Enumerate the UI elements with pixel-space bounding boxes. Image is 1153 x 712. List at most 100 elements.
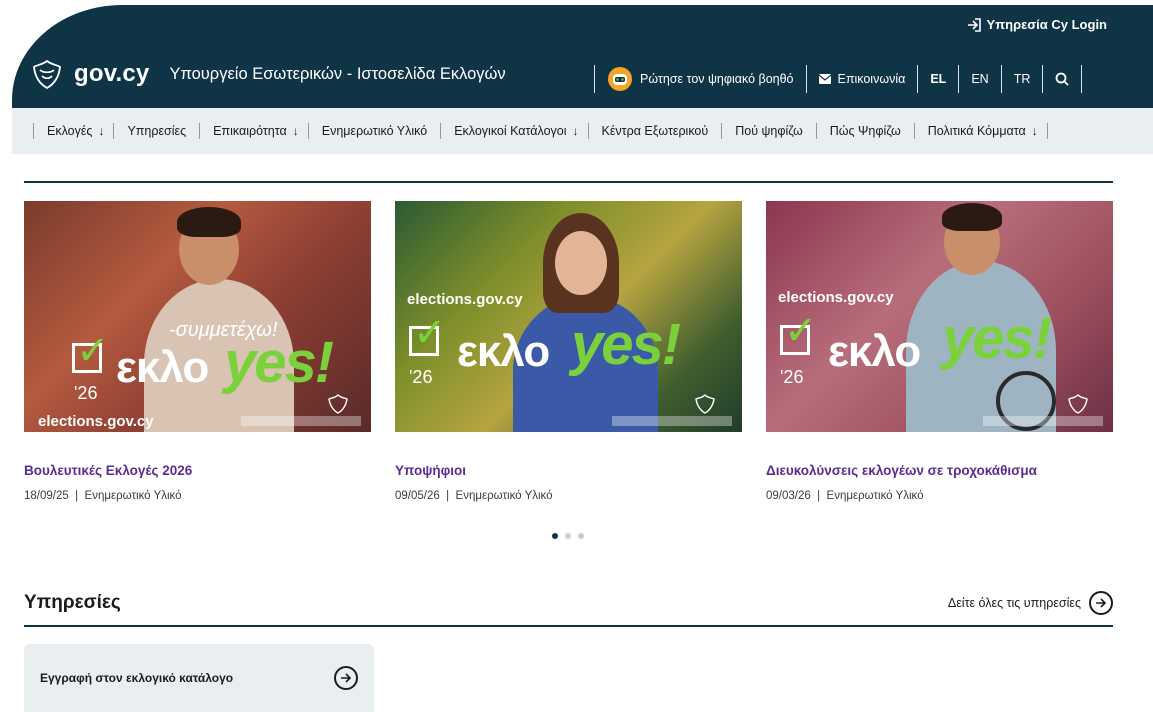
card-category: Ενημερωτικό Υλικό: [455, 490, 553, 502]
search-button[interactable]: [1043, 72, 1081, 86]
card-image[interactable]: elections.gov.cy ✓ '26 εκλο yes!: [395, 201, 742, 432]
carousel-dot-3[interactable]: [578, 533, 584, 539]
news-card[interactable]: elections.gov.cy ✓ '26 εκλο yes! Υποψήφι…: [395, 201, 742, 502]
language-en[interactable]: EN: [959, 72, 1000, 86]
carousel-dot-1[interactable]: [552, 533, 558, 539]
sponsor-logos: [983, 416, 1103, 426]
poster-year: '26: [780, 367, 804, 387]
nav-divider: [721, 123, 723, 139]
card-title[interactable]: Υποψήφιοι: [395, 463, 742, 478]
poster-year: '26: [409, 367, 433, 387]
digital-assistant-label: Ρώτησε τον ψηφιακό βοηθό: [640, 72, 794, 86]
nav-item-elections[interactable]: Εκλογές ↓: [43, 124, 104, 138]
nav-divider: [307, 123, 309, 139]
poster-site: elections.gov.cy: [407, 291, 523, 308]
person-hair: [942, 203, 1002, 231]
services-divider: [24, 625, 1113, 627]
sponsor-logos: [241, 416, 361, 426]
arrow-down-icon: ↓: [1031, 124, 1038, 138]
divider: [1081, 65, 1083, 93]
cyprus-crest-icon: [1068, 394, 1088, 414]
nav-divider: [1046, 123, 1048, 139]
poster-word-yes: yes!: [942, 306, 1052, 371]
divider: [805, 65, 807, 93]
cy-login-link[interactable]: Υπηρεσία Cy Login: [967, 17, 1107, 32]
poster-word-eklo: εκλο: [828, 327, 921, 376]
nav-item-info-material[interactable]: Ενημερωτικό Υλικό: [318, 124, 431, 138]
meta-separator: |: [817, 490, 821, 502]
poster-word-yes: yes!: [224, 330, 334, 395]
card-image[interactable]: elections.gov.cy ✓ '26 εκλο yes!: [766, 201, 1113, 432]
meta-separator: |: [75, 490, 79, 502]
sponsor-logos: [612, 416, 732, 426]
divider: [594, 65, 595, 93]
envelope-icon: [818, 74, 831, 84]
card-category: Ενημερωτικό Υλικό: [84, 490, 182, 502]
nav-item-where-to-vote[interactable]: Πού ψηφίζω: [731, 124, 806, 138]
service-card-voter-registration[interactable]: Εγγραφή στον εκλογικό κατάλογο: [24, 644, 374, 712]
nav-divider: [199, 123, 201, 139]
services-heading: Υπηρεσίες: [24, 592, 121, 613]
poster-word-eklo: εκλο: [116, 343, 209, 392]
poster-word-eklo: εκλο: [457, 327, 550, 376]
nav-item-electoral-rolls[interactable]: Εκλογικοί Κατάλογοι ↓: [450, 124, 578, 138]
nav-divider: [33, 123, 34, 139]
digital-assistant-button[interactable]: Ρώτησε τον ψηφιακό βοηθό: [595, 66, 806, 92]
poster-year: '26: [74, 383, 98, 403]
arrow-down-icon: ↓: [98, 124, 105, 138]
divider: [1042, 65, 1044, 93]
nav-item-political-parties[interactable]: Πολιτικά Κόμματα ↓: [924, 124, 1038, 138]
nav-divider: [113, 123, 115, 139]
arrow-right-circle-icon: [1089, 591, 1113, 615]
cyprus-crest-icon: [328, 394, 348, 414]
divider: [917, 65, 919, 93]
person-hair: [177, 207, 241, 237]
contact-link[interactable]: Επικοινωνία: [807, 72, 918, 86]
news-card[interactable]: -συμμετέχω! ✓ '26 εκλο yes! elections.go…: [24, 201, 371, 502]
news-card[interactable]: elections.gov.cy ✓ '26 εκλο yes! Διευκολ…: [766, 201, 1113, 502]
nav-divider: [815, 123, 817, 139]
card-date: 09/05/26: [395, 490, 440, 502]
poster-word-yes: yes!: [571, 312, 681, 377]
card-meta: 09/05/26 | Ενημερωτικό Υλικό: [395, 490, 742, 502]
check-icon: ✓: [76, 329, 110, 373]
carousel-dot-2[interactable]: [565, 533, 571, 539]
carousel-pager: [552, 533, 584, 539]
language-el[interactable]: EL: [918, 72, 958, 86]
divider: [1000, 65, 1002, 93]
nav-item-abroad-centres[interactable]: Κέντρα Εξωτερικού: [598, 124, 713, 138]
ministry-title: Υπουργείο Εσωτερικών - Ιστοσελίδα Εκλογώ…: [169, 64, 506, 83]
cyprus-crest-icon: [695, 394, 715, 414]
nav-item-how-to-vote[interactable]: Πώς Ψηφίζω: [826, 124, 905, 138]
arrow-down-icon: ↓: [292, 124, 299, 138]
person-face: [555, 231, 607, 295]
main-nav: Εκλογές ↓ Υπηρεσίες Επικαιρότητα ↓ Ενημερω…: [12, 108, 1153, 154]
service-card-label: Εγγραφή στον εκλογικό κατάλογο: [40, 671, 234, 685]
language-tr[interactable]: TR: [1002, 72, 1043, 86]
see-all-services-label: Δείτε όλες τις υπηρεσίες: [947, 596, 1081, 610]
card-category: Ενημερωτικό Υλικό: [826, 490, 924, 502]
meta-separator: |: [446, 490, 450, 502]
check-icon: ✓: [413, 311, 447, 355]
nav-item-services[interactable]: Υπηρεσίες: [123, 124, 190, 138]
login-icon: [967, 17, 981, 32]
cyprus-crest-icon: [33, 59, 61, 90]
header-utility-nav: Ρώτησε τον ψηφιακό βοηθό Επικοινωνία EL …: [594, 63, 1083, 95]
nav-item-news[interactable]: Επικαιρότητα ↓: [209, 124, 299, 138]
card-title[interactable]: Διευκολύνσεις εκλογέων σε τροχοκάθισμα: [766, 463, 1113, 478]
card-title[interactable]: Βουλευτικές Εκλογές 2026: [24, 463, 371, 478]
card-date: 18/09/25: [24, 490, 69, 502]
section-divider: [24, 181, 1113, 183]
arrow-down-icon: ↓: [572, 124, 579, 138]
card-date: 09/03/26: [766, 490, 811, 502]
robot-assistant-icon: [608, 67, 632, 91]
nav-divider: [913, 123, 915, 139]
card-image[interactable]: -συμμετέχω! ✓ '26 εκλο yes! elections.go…: [24, 201, 371, 432]
brand[interactable]: gov.cy Υπουργείο Εσωτερικών - Ιστοσελίδα…: [30, 57, 506, 91]
see-all-services-link[interactable]: Δείτε όλες τις υπηρεσίες: [948, 591, 1113, 615]
arrow-right-circle-icon: [334, 666, 358, 690]
contact-label: Επικοινωνία: [837, 72, 906, 86]
poster-site: elections.gov.cy: [778, 289, 894, 306]
brand-name: gov.cy: [74, 60, 150, 87]
site-header: Υπηρεσία Cy Login gov.cy Υπουργείο Εσωτε…: [12, 5, 1153, 108]
